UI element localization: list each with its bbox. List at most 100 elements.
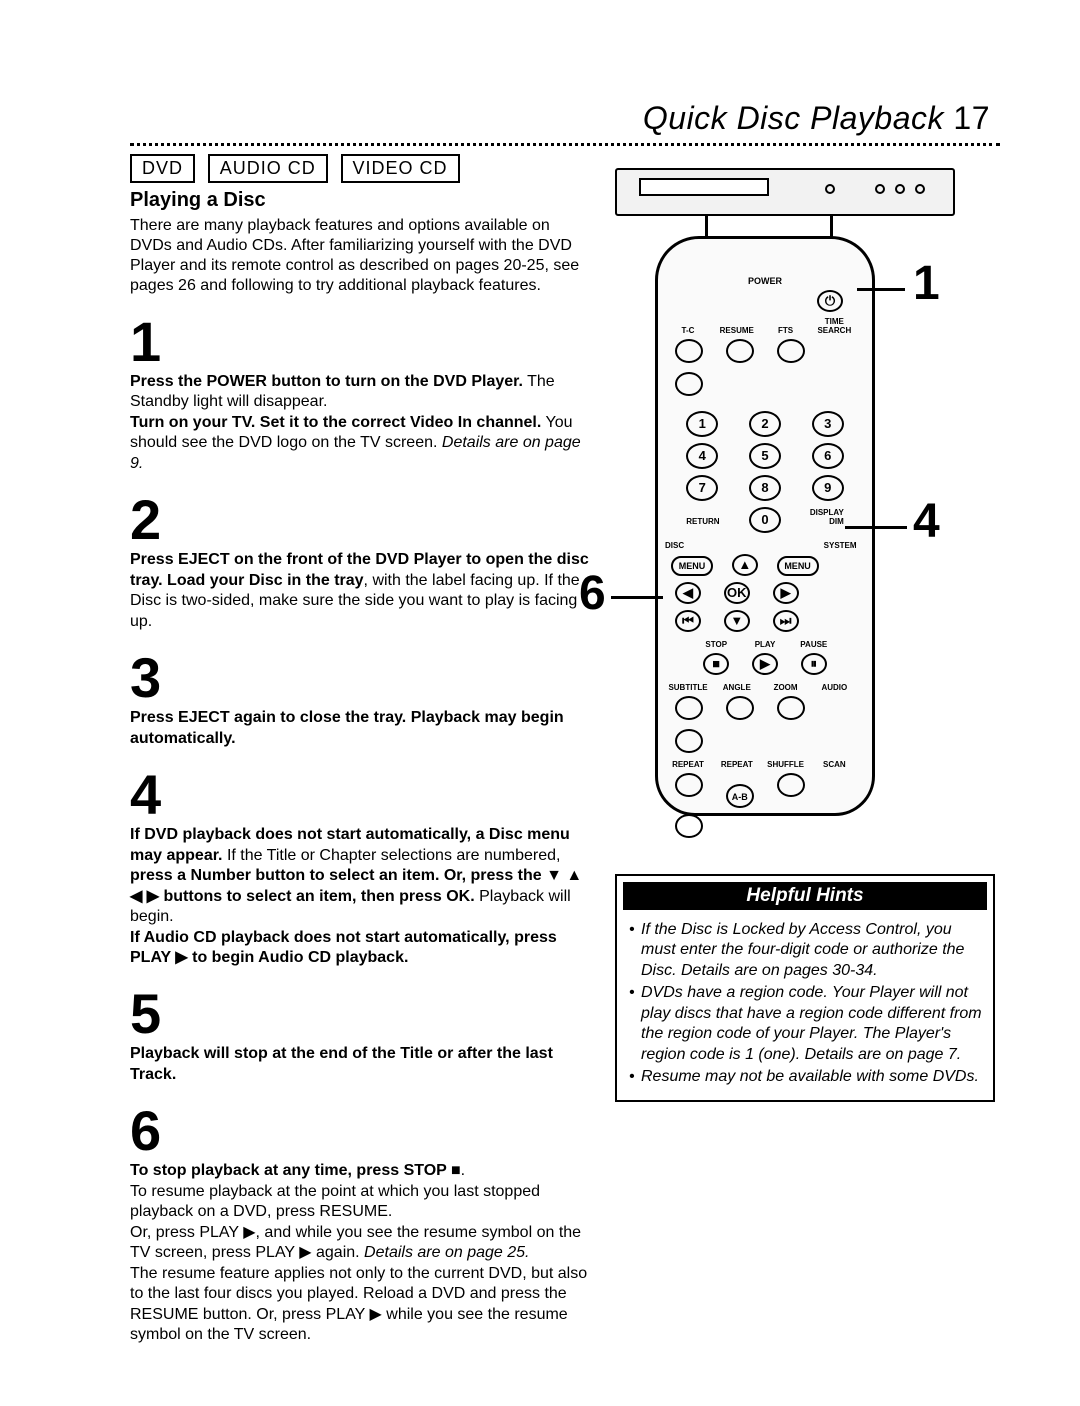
nav-down-icon: ▼ — [724, 610, 750, 632]
page-title: Quick Disc Playback — [643, 100, 944, 136]
zoom-label: ZOOM — [763, 683, 809, 692]
step-5a-bold: Playback will stop at the end of the Tit… — [130, 1045, 553, 1082]
callout-4: 4 — [913, 494, 940, 549]
callout-1: 1 — [913, 256, 940, 311]
stop-button-icon: ■ — [703, 653, 729, 675]
displaydim-label: DISPLAY DIM — [798, 508, 844, 526]
resume-button — [726, 339, 754, 363]
tag-audio-cd: AUDIO CD — [208, 154, 328, 183]
page-header: Quick Disc Playback 17 — [130, 100, 1000, 137]
step-6c: The resume feature applies not only to t… — [130, 1265, 587, 1343]
disc-tray-icon — [639, 178, 769, 196]
power-label: POWER — [665, 276, 865, 286]
step-6: To stop playback at any time, press STOP… — [130, 1161, 590, 1345]
key-6: 6 — [812, 443, 844, 469]
hint-item: DVDs have a region code. Your Player wil… — [627, 983, 983, 1065]
hint-item: If the Disc is Locked by Access Control,… — [627, 920, 983, 981]
player-button-icon — [875, 184, 885, 194]
scan-button — [675, 814, 703, 838]
key-7: 7 — [686, 475, 718, 501]
power-button-icon: ⏻ — [817, 290, 843, 312]
step-number-2: 2 — [130, 492, 590, 548]
step-6a-bold: To stop playback at any time, press STOP… — [130, 1162, 461, 1179]
step-1: Press the POWER button to turn on the DV… — [130, 372, 590, 474]
angle-label: ANGLE — [714, 683, 760, 692]
step-1b-bold: Turn on your TV. Set it to the correct V… — [130, 414, 541, 431]
nav-up-icon: ▲ — [732, 554, 758, 576]
stop-label: STOP — [693, 640, 739, 649]
step-5: Playback will stop at the end of the Tit… — [130, 1044, 590, 1085]
step-number-1: 1 — [130, 314, 590, 370]
hints-title: Helpful Hints — [617, 876, 993, 916]
right-column: 2-3 POWER ⏻ T-C RESUME FTS TIME SEARCH — [615, 154, 995, 1346]
timesearch-label: TIME SEARCH — [811, 317, 857, 335]
key-8: 8 — [749, 475, 781, 501]
step-6b-italic: Details are on page 25. — [364, 1244, 529, 1261]
step-3: Press EJECT again to close the tray. Pla… — [130, 708, 590, 749]
step-4: If DVD playback does not start automatic… — [130, 825, 590, 968]
return-label: RETURN — [686, 517, 732, 526]
key-2: 2 — [749, 411, 781, 437]
step-number-3: 3 — [130, 650, 590, 706]
scan-label: SCAN — [811, 760, 857, 769]
audio-label: AUDIO — [811, 683, 857, 692]
shuffle-button — [777, 773, 805, 797]
left-column: DVD AUDIO CD VIDEO CD Playing a Disc The… — [130, 154, 590, 1346]
key-3: 3 — [812, 411, 844, 437]
repeat-ab-button: A-B — [726, 784, 754, 808]
format-tags: DVD AUDIO CD VIDEO CD — [130, 154, 590, 183]
player-button-icon — [895, 184, 905, 194]
angle-button — [726, 696, 754, 720]
subtitle-label: SUBTITLE — [665, 683, 711, 692]
repeat-ab-label: REPEAT — [714, 760, 760, 769]
step-6a-rest: To resume playback at the point at which… — [130, 1183, 540, 1220]
tag-dvd: DVD — [130, 154, 195, 183]
step-number-5: 5 — [130, 986, 590, 1042]
key-1: 1 — [686, 411, 718, 437]
key-0: 0 — [749, 507, 781, 533]
step-number-4: 4 — [130, 767, 590, 823]
step-2: Press EJECT on the front of the DVD Play… — [130, 550, 590, 632]
section-title: Playing a Disc — [130, 189, 590, 212]
resume-label: RESUME — [714, 326, 760, 335]
ok-button: OK — [724, 582, 750, 604]
audio-button — [675, 729, 703, 753]
player-button-icon — [825, 184, 835, 194]
tc-button — [675, 339, 703, 363]
dvd-player-illustration — [615, 156, 995, 226]
callout-6: 6 — [579, 566, 606, 621]
next-track-icon: ⏭ — [773, 610, 799, 632]
fts-label: FTS — [763, 326, 809, 335]
step-4c-bold: If Audio CD playback does not start auto… — [130, 929, 557, 966]
manual-page: Quick Disc Playback 17 DVD AUDIO CD VIDE… — [0, 0, 1080, 1406]
tc-label: T-C — [665, 326, 711, 335]
subtitle-button — [675, 696, 703, 720]
step-4a-rest: If the Title or Chapter selections are n… — [223, 847, 561, 864]
zoom-button — [777, 696, 805, 720]
disc-menu-button: MENU — [671, 556, 713, 576]
disc-label: DISC — [665, 541, 711, 550]
key-9: 9 — [812, 475, 844, 501]
page-number: 17 — [953, 100, 990, 136]
remote-buttons: POWER ⏻ T-C RESUME FTS TIME SEARCH — [665, 276, 865, 844]
shuffle-label: SHUFFLE — [763, 760, 809, 769]
step-6a-punct: . — [461, 1162, 465, 1179]
hints-body: If the Disc is Locked by Access Control,… — [617, 916, 993, 1100]
hint-item: Resume may not be available with some DV… — [627, 1067, 983, 1087]
step-3a-bold: Press EJECT again to close the tray. Pla… — [130, 709, 564, 746]
play-button-icon: ▶ — [752, 653, 778, 675]
system-label: SYSTEM — [811, 541, 857, 550]
helpful-hints-box: Helpful Hints If the Disc is Locked by A… — [615, 874, 995, 1102]
nav-right-icon: ▶ — [773, 582, 799, 604]
pause-button-icon: ⏸ — [801, 653, 827, 675]
fts-button — [777, 339, 805, 363]
dotted-divider — [130, 143, 1000, 146]
repeat-label: REPEAT — [665, 760, 711, 769]
remote-illustration: POWER ⏻ T-C RESUME FTS TIME SEARCH — [615, 236, 995, 856]
key-4: 4 — [686, 443, 718, 469]
player-button-icon — [915, 184, 925, 194]
tag-video-cd: VIDEO CD — [341, 154, 460, 183]
callout-line — [845, 526, 907, 529]
pause-label: PAUSE — [791, 640, 837, 649]
callout-line — [857, 288, 905, 291]
